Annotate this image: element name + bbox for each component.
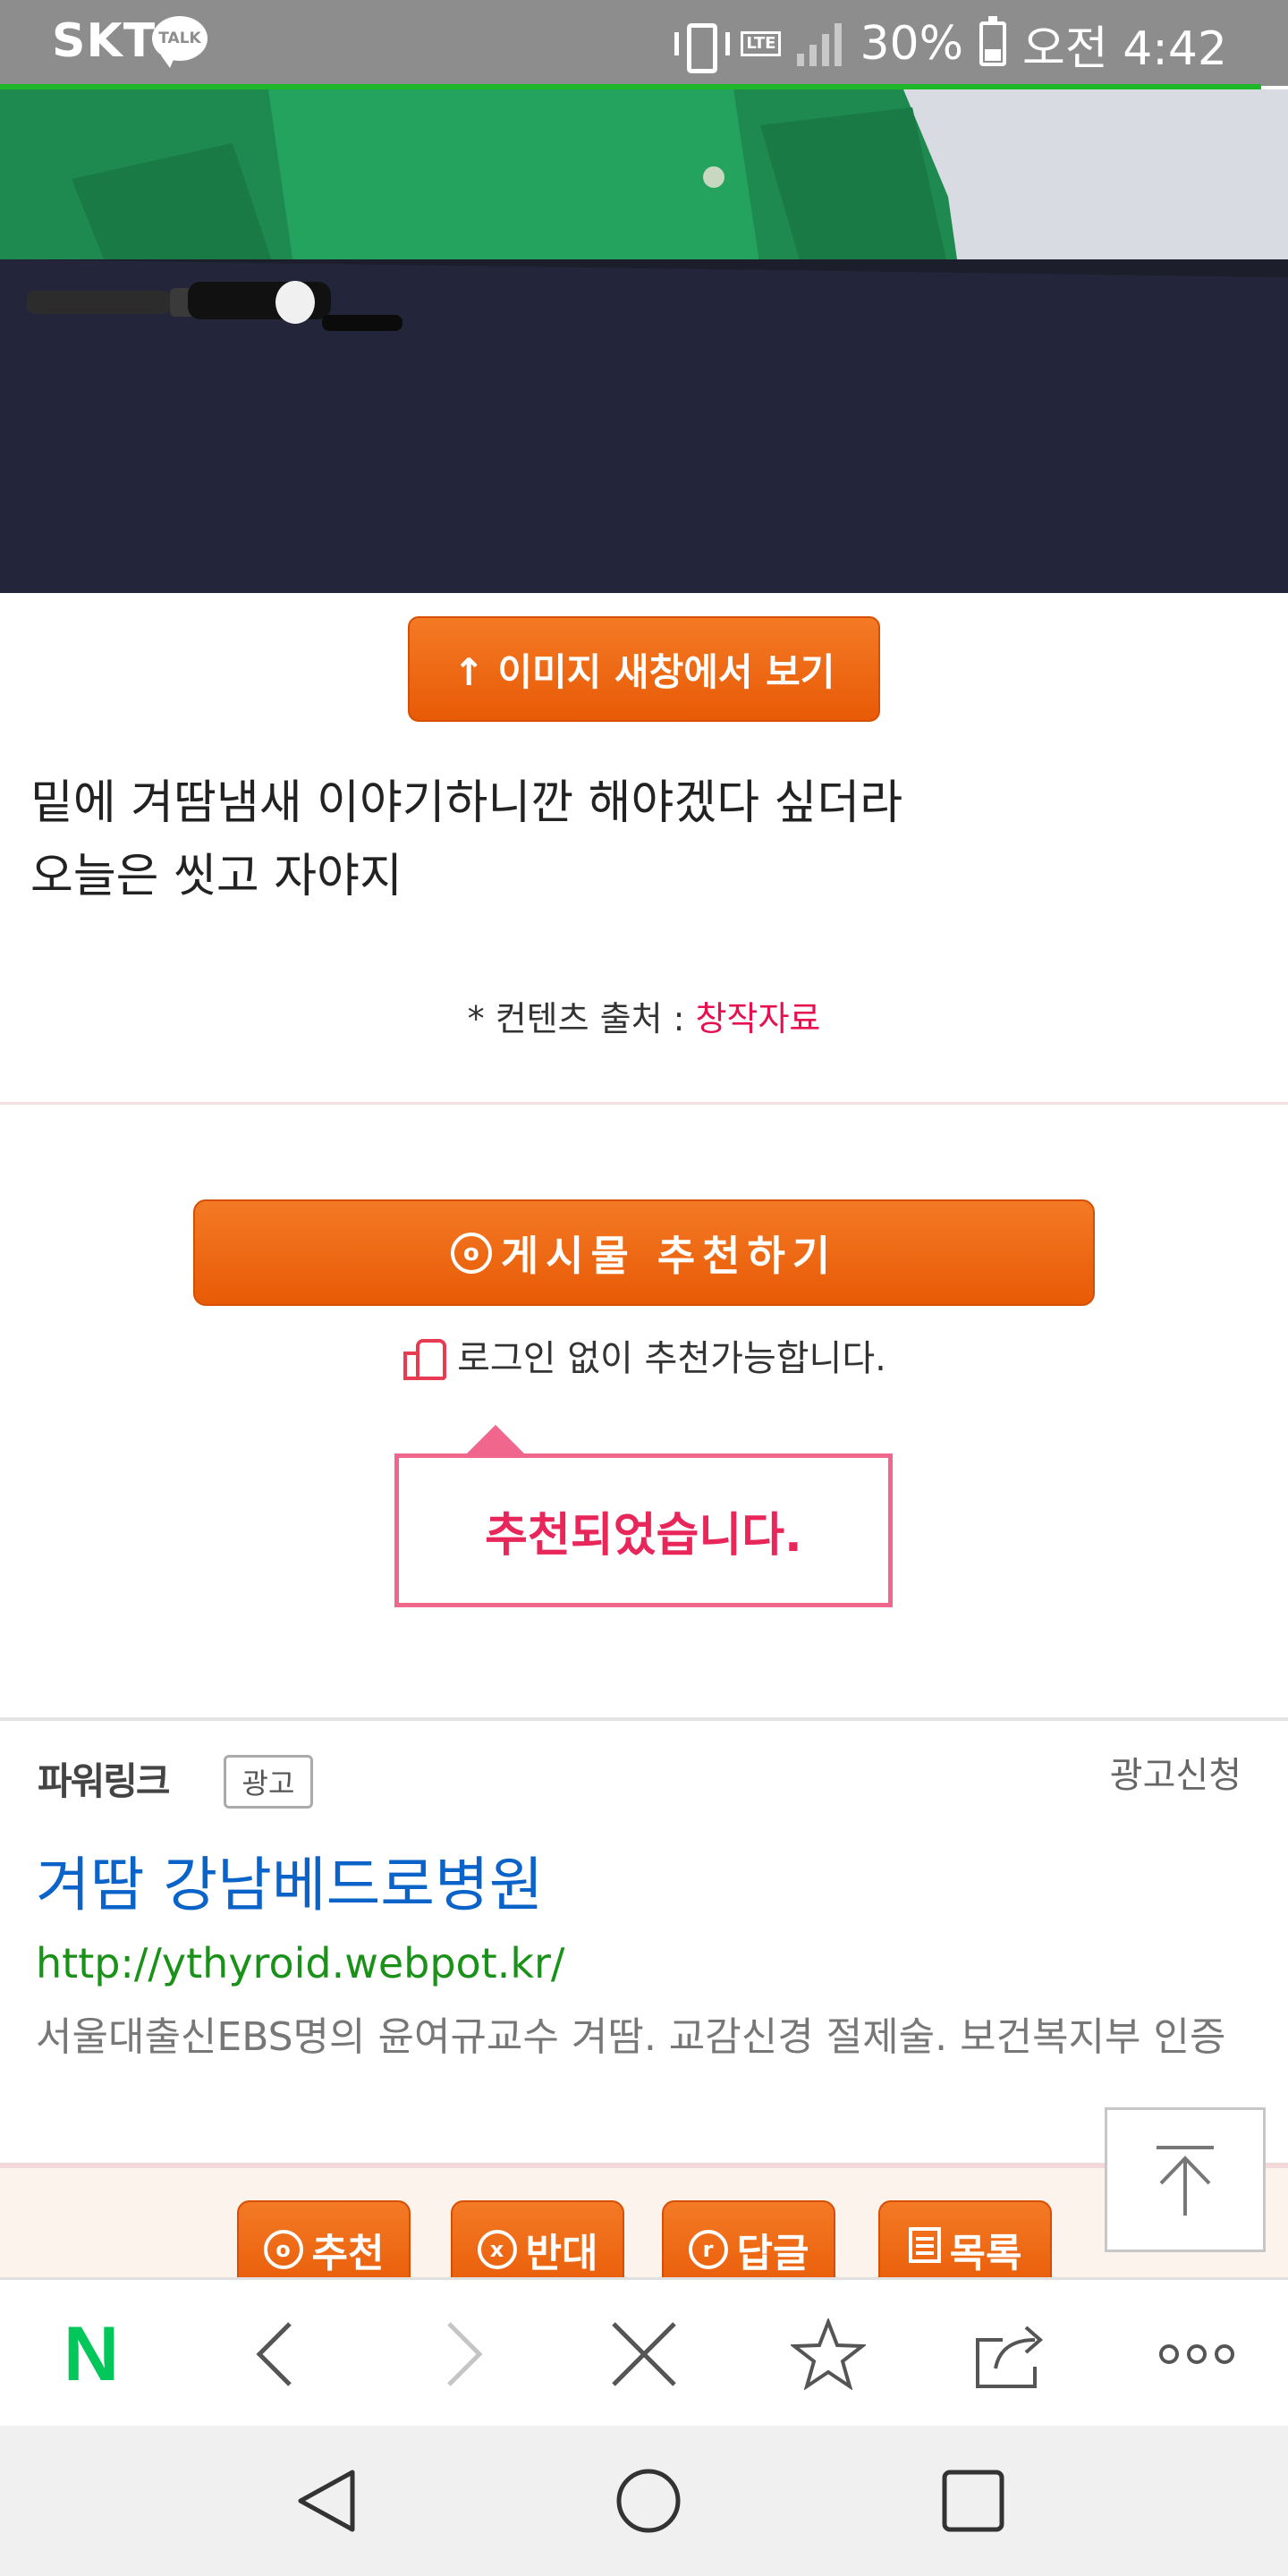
clock: 오전 4:42	[1022, 21, 1227, 76]
post-body-line-1: 밑에 겨땀냄새 이야기하니깐 해야겠다 싶더라	[30, 776, 903, 830]
star-icon	[791, 2318, 866, 2390]
close-tab-button[interactable]	[581, 2280, 707, 2428]
carrier-label: SKT	[52, 14, 157, 68]
reply-icon: r	[688, 2230, 728, 2269]
reply-label: 답글	[736, 2231, 809, 2276]
source-prefix: * 컨텐츠 출처 :	[467, 999, 696, 1038]
signal-icon	[797, 21, 843, 66]
system-back-button[interactable]	[255, 2426, 398, 2576]
more-dots-icon	[1159, 2344, 1234, 2364]
share-icon	[976, 2326, 1044, 2388]
triangle-back-icon	[298, 2470, 355, 2532]
chevron-right-icon	[447, 2322, 483, 2386]
recommended-popup: 추천되었습니다.	[394, 1453, 893, 1607]
scroll-to-top-button[interactable]	[1105, 2107, 1266, 2252]
circle-home-icon	[616, 2469, 681, 2533]
ad-description: 서울대출신EBS명의 윤여규교수 겨땀. 교감신경 절제술. 보건복지부 인증	[36, 2014, 1226, 2060]
login-note: 로그인 없이 추천가능합니다.	[0, 1329, 1288, 1381]
naver-home-button[interactable]: N	[29, 2280, 154, 2428]
chevron-left-icon	[256, 2322, 292, 2386]
list-button[interactable]: 목록	[878, 2200, 1052, 2277]
system-recents-button[interactable]	[902, 2426, 1045, 2576]
downvote-icon: x	[477, 2230, 517, 2269]
ad-powerlink-label: 파워링크	[38, 1759, 171, 1803]
divider	[0, 1102, 1288, 1105]
source-link[interactable]: 창작자료	[696, 999, 821, 1038]
naver-logo-icon: N	[63, 2310, 120, 2397]
post-action-bar: o 추천 x 반대 r 답글 목록	[0, 2168, 1288, 2277]
ad-url[interactable]: http://ythyroid.webpot.kr/	[36, 1939, 564, 1987]
downvote-label: 반대	[525, 2231, 598, 2276]
ad-title-link[interactable]: 겨땀 강남베드로병원	[36, 1837, 543, 1923]
view-image-new-window-button[interactable]: ↑ 이미지 새창에서 보기	[408, 616, 880, 722]
ad-apply-link[interactable]: 광고신청	[1110, 1746, 1241, 1798]
system-nav-bar	[0, 2426, 1288, 2576]
status-bar: SKT TALK LTE 30% 오전 4:42	[0, 0, 1288, 86]
vibrate-icon	[671, 20, 731, 73]
thumbs-up-icon	[402, 1335, 447, 1380]
recommend-label: 게시물 추천하기	[500, 1231, 838, 1280]
list-label: 목록	[949, 2231, 1022, 2276]
share-button[interactable]	[950, 2280, 1075, 2428]
arrow-up-icon	[1157, 2146, 1214, 2216]
list-icon	[908, 2226, 941, 2273]
post-image[interactable]	[0, 89, 1288, 593]
ad-badge: 광고	[224, 1755, 313, 1809]
upvote-label: 추천	[311, 2231, 385, 2276]
lte-icon: LTE	[741, 31, 782, 56]
popup-arrow	[467, 1425, 524, 1453]
forward-button[interactable]	[401, 2280, 526, 2428]
kakaotalk-notification-icon: TALK	[152, 16, 208, 68]
bookmark-button[interactable]	[766, 2280, 891, 2428]
upvote-button[interactable]: o 추천	[237, 2200, 411, 2277]
upvote-icon: o	[263, 2230, 303, 2269]
recommend-icon: o	[450, 1232, 492, 1274]
browser-toolbar: N	[0, 2277, 1288, 2426]
more-menu-button[interactable]	[1134, 2280, 1259, 2428]
back-button[interactable]	[213, 2280, 338, 2428]
downvote-button[interactable]: x 반대	[451, 2200, 624, 2277]
square-recents-icon	[942, 2470, 1004, 2532]
content-source: * 컨텐츠 출처 : 창작자료	[0, 991, 1288, 1040]
reply-button[interactable]: r 답글	[662, 2200, 835, 2277]
system-home-button[interactable]	[577, 2426, 720, 2576]
battery-percent: 30%	[860, 17, 964, 71]
login-note-text: 로그인 없이 추천가능합니다.	[457, 1338, 886, 1379]
close-icon	[612, 2322, 676, 2386]
battery-icon	[979, 16, 1007, 66]
recommend-post-button[interactable]: o 게시물 추천하기	[193, 1199, 1095, 1306]
post-body-line-2: 오늘은 씻고 자야지	[30, 850, 402, 903]
